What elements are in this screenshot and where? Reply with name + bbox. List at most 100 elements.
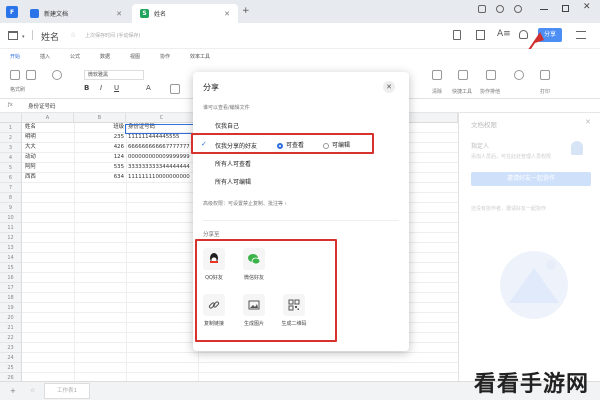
row-header[interactable]: 19 <box>0 303 22 313</box>
quick-tools-icon[interactable] <box>458 70 468 80</box>
table-cell[interactable]: 动动 <box>25 153 73 162</box>
doc-title[interactable]: 姓名 <box>41 30 59 43</box>
corner-cell[interactable] <box>0 113 22 123</box>
menu-item-tools[interactable]: 效率工具 <box>190 53 210 60</box>
row-header[interactable]: 16 <box>0 273 22 283</box>
collab-lock-icon[interactable] <box>486 70 496 80</box>
italic-icon[interactable]: I <box>100 84 102 92</box>
minimize-icon[interactable] <box>540 9 548 10</box>
row-header[interactable]: 21 <box>0 323 22 333</box>
row-header[interactable]: 25 <box>0 363 22 373</box>
row-header[interactable]: 8 <box>0 193 22 203</box>
font-select[interactable]: 微软雅黑 <box>84 70 144 80</box>
tab-name-doc[interactable]: S 姓名 ✕ <box>132 4 238 23</box>
table-cell[interactable]: 姓名 <box>25 123 73 132</box>
share-wechat-button[interactable]: 微信好友 <box>239 248 269 281</box>
menu-item-start[interactable]: 开始 <box>10 53 20 60</box>
column-header[interactable]: A <box>22 113 74 123</box>
border-icon[interactable] <box>170 84 180 94</box>
row-header[interactable]: 1 <box>0 123 22 133</box>
column-header[interactable]: B <box>74 113 126 123</box>
table-cell[interactable]: 535 <box>76 163 124 172</box>
clear-icon[interactable] <box>432 70 442 80</box>
share-qq-button[interactable]: QQ好友 <box>199 248 229 281</box>
generate-qrcode-button[interactable]: 生成二维码 <box>279 294 309 327</box>
option-all-view[interactable]: 所有人可查看 <box>215 159 251 168</box>
copy-link-button[interactable]: 复制链接 <box>199 294 229 327</box>
table-cell[interactable]: 235 <box>76 133 124 142</box>
row-header[interactable]: 7 <box>0 183 22 193</box>
table-cell[interactable]: 111111110000000000 <box>128 173 196 182</box>
row-header[interactable]: 12 <box>0 233 22 243</box>
option-all-edit[interactable]: 所有人可编辑 <box>215 177 251 186</box>
row-header[interactable]: 24 <box>0 353 22 363</box>
row-header[interactable]: 9 <box>0 203 22 213</box>
user-icon[interactable] <box>514 5 522 13</box>
row-header[interactable]: 14 <box>0 253 22 263</box>
home-icon[interactable] <box>8 31 18 40</box>
option-only-me[interactable]: 仅我自己 <box>215 121 239 130</box>
table-cell[interactable]: 666666666667777777 <box>128 143 196 152</box>
row-header[interactable]: 22 <box>0 333 22 343</box>
settings-icon[interactable] <box>496 5 504 13</box>
menu-item-collab[interactable]: 协作 <box>160 53 170 60</box>
row-header[interactable]: 15 <box>0 263 22 273</box>
table-cell[interactable]: 426 <box>76 143 124 152</box>
row-header[interactable]: 10 <box>0 213 22 223</box>
column-header[interactable]: C <box>126 113 198 123</box>
new-tab-button[interactable]: + <box>242 6 250 16</box>
add-sheet-icon[interactable]: + <box>10 387 16 395</box>
window-icon[interactable] <box>478 5 486 13</box>
close-window-icon[interactable]: ✕ <box>583 2 591 12</box>
menu-icon[interactable] <box>576 31 586 39</box>
row-header[interactable]: 17 <box>0 283 22 293</box>
format-painter-icon[interactable] <box>52 70 62 80</box>
redo-icon[interactable] <box>26 70 36 80</box>
row-header[interactable]: 13 <box>0 243 22 253</box>
table-cell[interactable]: 明明 <box>25 133 73 142</box>
undo-icon[interactable] <box>10 70 20 80</box>
maximize-icon[interactable] <box>562 5 569 12</box>
row-header[interactable]: 2 <box>0 133 22 143</box>
invite-button[interactable]: 邀请好友一起协作 <box>471 172 591 186</box>
row-header[interactable]: 20 <box>0 313 22 323</box>
star-icon[interactable]: ☆ <box>70 31 76 39</box>
row-header[interactable]: 4 <box>0 153 22 163</box>
table-cell[interactable]: 阿阿 <box>25 163 73 172</box>
menu-item-view[interactable]: 视图 <box>130 53 140 60</box>
menu-icon[interactable]: ☆ <box>30 387 35 394</box>
selected-cell[interactable] <box>125 124 197 134</box>
row-header[interactable]: 23 <box>0 343 22 353</box>
table-cell[interactable]: 班级 <box>76 123 124 132</box>
formula-content[interactable]: 身份证号码 <box>28 102 56 110</box>
menu-item-insert[interactable]: 插入 <box>40 53 50 60</box>
menu-item-formula[interactable]: 公式 <box>70 53 80 60</box>
font-color-icon[interactable]: A <box>146 84 151 92</box>
table-cell[interactable]: 000000000009999999 <box>128 153 196 162</box>
history-icon[interactable] <box>476 30 485 40</box>
row-header[interactable]: 3 <box>0 143 22 153</box>
print-icon[interactable] <box>540 70 550 80</box>
advanced-permissions-link[interactable]: 高级权限：可设置禁止复制、批注等 › <box>203 200 287 207</box>
row-header[interactable]: 11 <box>0 223 22 233</box>
table-cell[interactable]: 大大 <box>25 143 73 152</box>
menu-item-data[interactable]: 数据 <box>100 53 110 60</box>
table-cell[interactable]: 西西 <box>25 173 73 182</box>
close-icon[interactable]: ✕ <box>224 10 230 18</box>
row-header[interactable]: 18 <box>0 293 22 303</box>
underline-icon[interactable]: U <box>114 84 119 92</box>
generate-image-button[interactable]: 生成图片 <box>239 294 269 327</box>
chevron-down-icon[interactable]: ▾ <box>22 34 25 40</box>
doc-icon[interactable] <box>453 30 461 40</box>
tab-new-doc[interactable]: 新建文档 ✕ <box>22 4 130 23</box>
table-cell[interactable]: 634 <box>76 173 124 182</box>
close-icon[interactable]: ✕ <box>116 10 122 18</box>
bold-icon[interactable]: B <box>84 84 89 92</box>
table-cell[interactable]: 111111444445555 <box>128 133 196 142</box>
close-icon[interactable]: ✕ <box>585 118 591 126</box>
row-header[interactable]: 6 <box>0 173 22 183</box>
close-icon[interactable]: ✕ <box>383 81 395 93</box>
row-header[interactable]: 5 <box>0 163 22 173</box>
find-icon[interactable] <box>514 70 524 80</box>
table-cell[interactable]: 124 <box>76 153 124 162</box>
